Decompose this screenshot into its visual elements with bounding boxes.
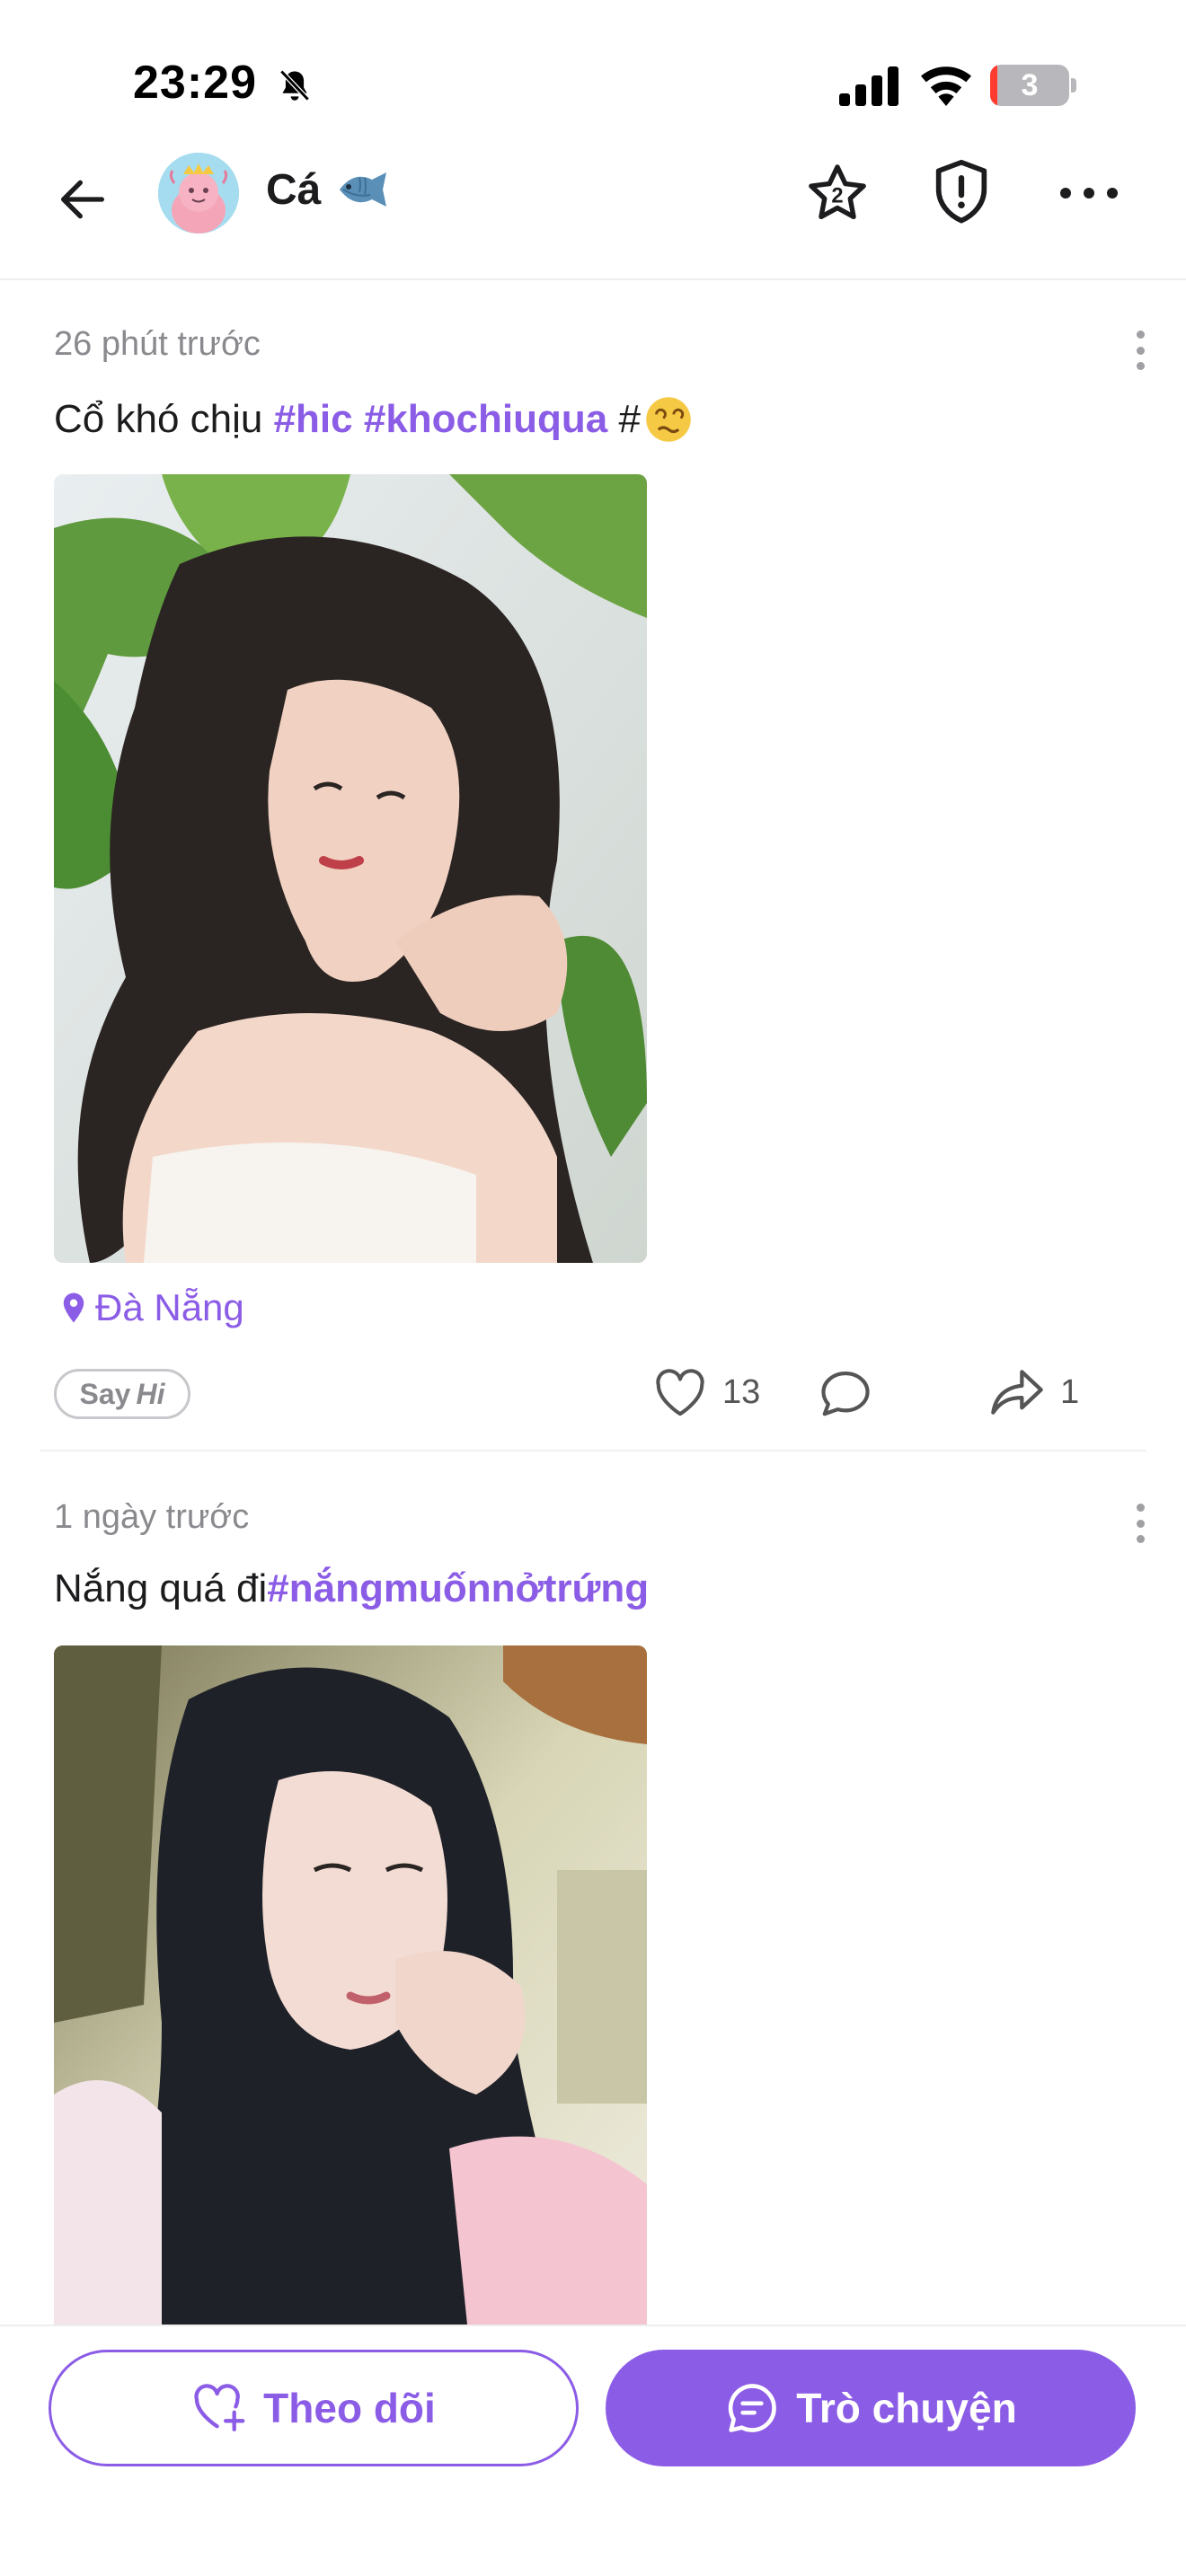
heart-plus-icon xyxy=(194,2384,245,2431)
more-horizontal-icon[interactable] xyxy=(1057,169,1121,217)
share-arrow-icon xyxy=(991,1370,1043,1415)
bell-muted-icon xyxy=(279,69,310,101)
caption-text: Cổ khó chịu xyxy=(54,397,274,441)
post-caption: Cổ khó chịu #hic #khochiuqua # xyxy=(54,395,693,444)
post-time: 1 ngày trước xyxy=(54,1498,250,1536)
say-hi-prefix: Say xyxy=(79,1377,131,1410)
like-count: 13 xyxy=(722,1372,761,1411)
comment-bubble-icon xyxy=(821,1371,870,1416)
location-label: Đà Nẵng xyxy=(95,1286,244,1328)
post-caption: Nắng quá đi #nắngmuốnnởtrứng xyxy=(54,1566,649,1611)
follow-label: Theo dõi xyxy=(263,2385,436,2431)
arrow-left-icon xyxy=(61,180,104,219)
back-button[interactable] xyxy=(47,163,119,235)
follow-button[interactable]: Theo dõi xyxy=(49,2350,579,2466)
shield-alert-icon[interactable] xyxy=(927,156,996,228)
post-location[interactable]: Đà Nẵng xyxy=(58,1286,244,1329)
wifi-icon xyxy=(921,66,971,106)
say-hi-suffix: Hi xyxy=(136,1377,165,1410)
chat-label: Trò chuyện xyxy=(796,2385,1017,2431)
post-card: 1 ngày trước Nắng quá đi #nắngmuốnnởtrứn… xyxy=(0,1453,1186,2325)
bottom-action-bar: Theo dõi Trò chuyện xyxy=(0,2325,1186,2576)
caption-text: Nắng quá đi xyxy=(54,1566,268,1610)
post-photo[interactable] xyxy=(54,474,647,1263)
avatar[interactable] xyxy=(158,153,239,234)
chat-bubble-icon xyxy=(729,2384,777,2432)
battery-icon: 3 xyxy=(990,65,1076,106)
say-hi-button[interactable]: Say Hi xyxy=(54,1369,190,1419)
post-photo[interactable] xyxy=(54,1645,647,2325)
share-count: 1 xyxy=(1060,1372,1080,1411)
heart-icon xyxy=(656,1369,704,1416)
svg-text:2: 2 xyxy=(831,184,843,208)
cellular-signal-icon xyxy=(839,66,898,106)
status-time: 23:29 xyxy=(133,57,257,109)
hashtag-link[interactable]: #hic xyxy=(274,397,353,442)
comment-button[interactable] xyxy=(818,1367,888,1419)
post-divider xyxy=(40,1450,1146,1451)
dizzy-face-icon xyxy=(646,397,691,442)
hashtag-link[interactable]: #nắngmuốnnởtrứng xyxy=(267,1566,649,1611)
post-menu-button[interactable] xyxy=(1134,331,1146,370)
share-button[interactable]: 1 xyxy=(988,1367,1079,1417)
hashtag-link[interactable]: #khochiuqua xyxy=(364,397,607,442)
post-card: 26 phút trước Cổ khó chịu #hic #khochiuq… xyxy=(0,280,1186,1453)
selfie-photo-long-hair xyxy=(54,1645,647,2325)
user-name: Cá xyxy=(266,166,322,214)
chat-button[interactable]: Trò chuyện xyxy=(606,2350,1136,2466)
selfie-photo-plants xyxy=(54,474,647,1263)
like-button[interactable]: 13 xyxy=(652,1367,760,1417)
hash-symbol: # xyxy=(618,397,641,441)
status-bar: 23:29 3 xyxy=(0,0,1186,153)
profile-header: Cá 2 xyxy=(0,144,1186,280)
battery-level: 3 xyxy=(1021,68,1039,102)
post-menu-button[interactable] xyxy=(1134,1504,1146,1543)
star-2-icon[interactable]: 2 xyxy=(803,160,872,228)
avatar-image xyxy=(158,153,239,234)
location-pin-icon xyxy=(63,1292,84,1323)
post-time: 26 phút trước xyxy=(54,325,261,363)
fish-icon xyxy=(340,172,386,207)
